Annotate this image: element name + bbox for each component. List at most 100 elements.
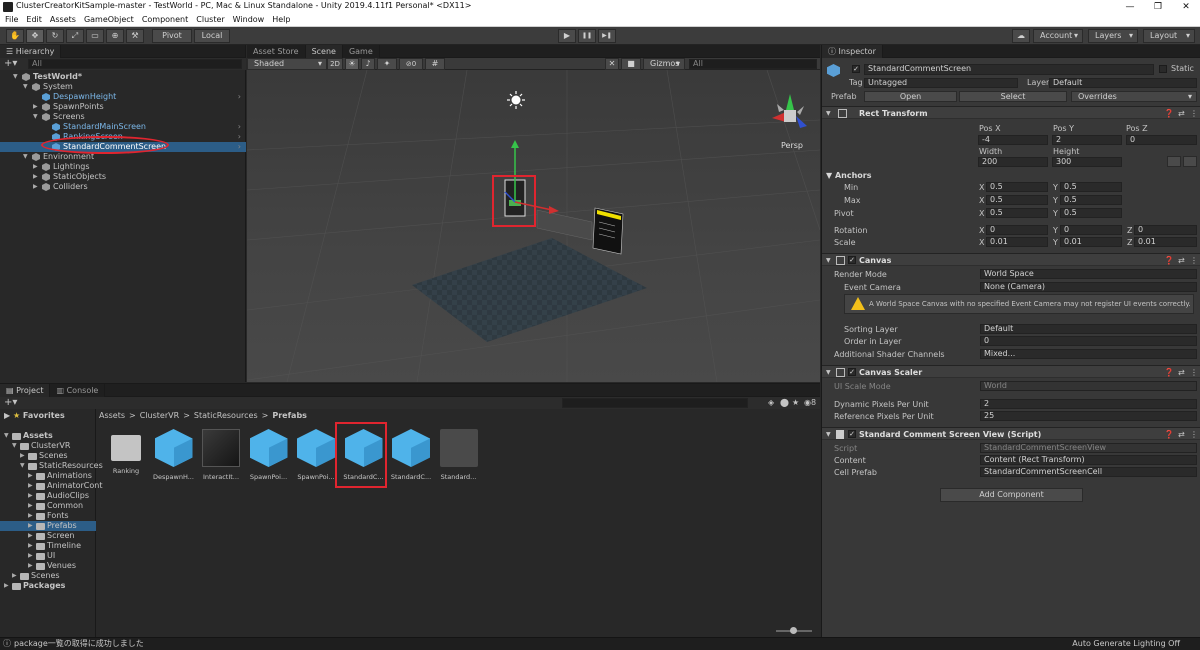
cloud-icon[interactable]: ☁ [1012,29,1030,43]
context-menu-icon[interactable]: ⋮ [1190,254,1198,267]
step-button[interactable]: ▶❚ [598,29,616,43]
presets-icon[interactable]: ⇄ [1178,107,1185,120]
min-y-field[interactable]: 0.5 [1060,182,1122,192]
presets-icon[interactable]: ⇄ [1178,428,1185,441]
open-prefab-chevron-icon[interactable]: › [238,122,241,132]
folder-arrow-icon[interactable]: ▶ [28,511,33,521]
reference-ppu-field[interactable]: 25 [980,411,1197,421]
tab-game[interactable]: Game [342,44,380,58]
hidden-objects-toggle[interactable]: ⊘0 [399,58,423,70]
prefab-overrides-dropdown[interactable]: Overrides [1071,91,1197,102]
folder-arrow-icon[interactable]: ▶ [4,581,9,591]
effects-dropdown-icon[interactable]: ✦ [377,58,397,70]
canvas-scaler-header[interactable]: ▼ ✓ Canvas Scaler ❓ ⇄ ⋮ [822,365,1200,378]
tab-project[interactable]: ▤ Project [0,383,51,397]
menu-assets[interactable]: Assets [50,14,76,26]
breadcrumb-clustervr[interactable]: ClusterVR [140,411,179,420]
asset-item[interactable]: SpawnPoi... [293,429,339,481]
project-folder-row[interactable]: ▶ Packages [0,581,96,591]
folder-arrow-icon[interactable]: ▶ [28,541,33,551]
collapse-arrow-icon[interactable]: ▶ [33,162,38,172]
project-folder-row[interactable]: ▼ Assets [0,431,96,441]
rot-x-field[interactable]: 0 [986,225,1048,235]
tab-hierarchy[interactable]: ☰ Hierarchy [0,44,62,58]
hierarchy-row[interactable]: ▶ SpawnPoints [0,102,246,112]
expand-arrow-icon[interactable]: ▼ [23,152,28,162]
folder-arrow-icon[interactable]: ▶ [28,561,33,571]
rot-y-field[interactable]: 0 [1060,225,1122,235]
lighting-toggle-icon[interactable]: ☀ [345,58,359,70]
pos-x-field[interactable]: -4 [978,135,1048,145]
folder-arrow-icon[interactable]: ▶ [12,571,17,581]
folder-arrow-icon[interactable]: ▶ [28,481,33,491]
rotate-tool-icon[interactable]: ↻ [46,29,64,43]
folder-arrow-icon[interactable]: ▼ [12,441,17,451]
project-folder-row[interactable]: ▶ Animations [0,471,96,481]
move-tool-icon[interactable]: ✥ [26,29,44,43]
folder-arrow-icon[interactable]: ▶ [28,551,33,561]
menu-edit[interactable]: Edit [26,14,42,26]
favorite-icon[interactable]: ★ [792,397,799,409]
play-button[interactable]: ▶ [558,29,576,43]
grid-toggle-icon[interactable]: # [425,58,445,70]
menu-gameobject[interactable]: GameObject [84,14,134,26]
expand-arrow-icon[interactable]: ▼ [23,82,28,92]
tab-scene[interactable]: Scene [305,44,343,58]
sorting-layer-dropdown[interactable]: Default [980,324,1197,334]
scale-x-field[interactable]: 0.01 [986,237,1048,247]
persp-label[interactable]: Persp [781,141,803,150]
open-prefab-chevron-icon[interactable]: › [238,142,241,152]
asset-item[interactable]: SpawnPoi... [246,429,292,481]
hierarchy-row[interactable]: ▶ Colliders [0,182,246,192]
breadcrumb-assets[interactable]: Assets [99,411,125,420]
object-name-field[interactable]: StandardCommentScreen [864,64,1154,75]
max-x-field[interactable]: 0.5 [986,195,1048,205]
prefab-open-button[interactable]: Open [864,91,957,102]
maximize-button[interactable]: ❐ [1144,0,1172,14]
dynamic-ppu-field[interactable]: 2 [980,399,1197,409]
hierarchy-row[interactable]: DespawnHeight › [0,92,246,102]
add-icon[interactable]: +▾ [4,58,17,69]
project-folder-row[interactable]: ▶ Scenes [0,571,96,581]
folder-arrow-icon[interactable]: ▶ [28,531,33,541]
pos-y-field[interactable]: 2 [1052,135,1122,145]
hierarchy-row[interactable]: ▼ Screens [0,112,246,122]
minimize-button[interactable]: — [1116,0,1144,14]
canvas-header[interactable]: ▼ ✓ Canvas ❓ ⇄ ⋮ [822,253,1200,266]
asset-item[interactable]: Standard... [436,429,482,481]
folder-arrow-icon[interactable]: ▶ [28,501,33,511]
expand-arrow-icon[interactable]: ▼ [13,72,18,82]
active-checkbox[interactable]: ✓ [852,65,860,73]
slider-handle[interactable] [790,627,797,634]
account-dropdown[interactable]: Account [1033,29,1083,43]
tag-dropdown[interactable]: Untagged [864,78,1018,88]
presets-icon[interactable]: ⇄ [1178,366,1185,379]
rot-z-field[interactable]: 0 [1134,225,1197,235]
tab-asset-store[interactable]: Asset Store [247,44,306,58]
event-camera-field[interactable]: None (Camera) [980,282,1197,292]
help-icon[interactable]: ❓ [1164,107,1174,120]
scene-search-input[interactable]: All [689,59,817,69]
scale-z-field[interactable]: 0.01 [1134,237,1197,247]
context-menu-icon[interactable]: ⋮ [1190,366,1198,379]
min-x-field[interactable]: 0.5 [986,182,1048,192]
folder-arrow-icon[interactable]: ▶ [28,521,33,531]
status-message[interactable]: package一覧の取得に成功しました [14,638,144,650]
folder-arrow-icon[interactable]: ▶ [28,491,33,501]
scale-y-field[interactable]: 0.01 [1060,237,1122,247]
project-folder-row[interactable]: ▶ UI [0,551,96,561]
order-in-layer-field[interactable]: 0 [980,336,1197,346]
rect-tool-icon[interactable]: ▭ [86,29,104,43]
tab-inspector[interactable]: ⓘ Inspector [822,44,883,58]
project-folder-row[interactable]: ▶ Prefabs [0,521,96,531]
pivot-y-field[interactable]: 0.5 [1060,208,1122,218]
tools-icon[interactable]: ✕ [605,58,619,70]
custom-tool-icon[interactable]: ⚒ [126,29,144,43]
hierarchy-row[interactable]: StandardMainScreen › [0,122,246,132]
project-folder-row[interactable]: ▶ AnimatorCont [0,481,102,491]
scene-viewport[interactable]: Persp [247,70,820,382]
tab-console[interactable]: ▥ Console [50,383,106,397]
layer-dropdown[interactable]: Default [1049,78,1197,88]
help-icon[interactable]: ❓ [1164,428,1174,441]
open-prefab-chevron-icon[interactable]: › [238,132,241,142]
